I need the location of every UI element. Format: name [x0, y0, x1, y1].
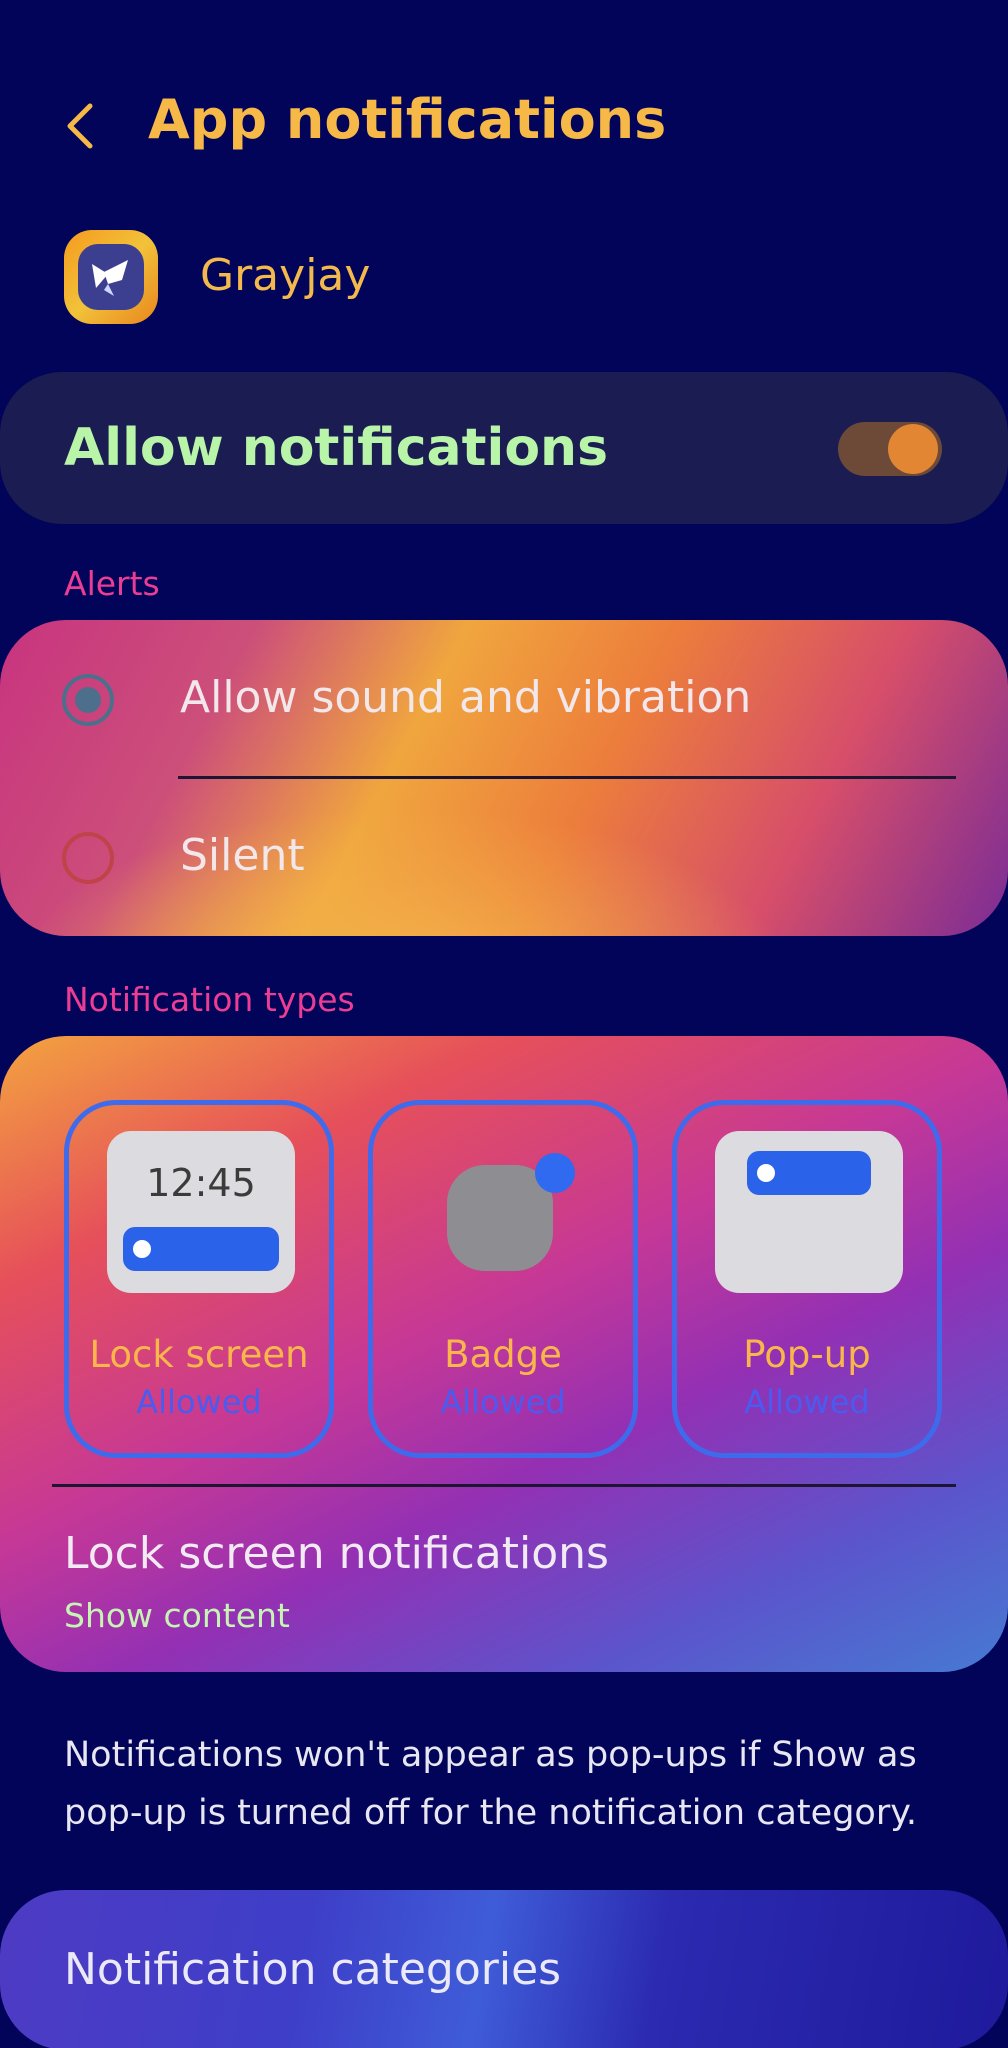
badge-tile[interactable]: Badge Allowed [368, 1100, 638, 1458]
lock-screen-tile[interactable]: 12:45 Lock screen Allowed [64, 1100, 334, 1458]
alerts-card: Allow sound and vibration Silent [0, 620, 1008, 936]
pop-up-preview [715, 1131, 903, 1293]
allow-notifications-label: Allow notifications [64, 418, 609, 478]
radio-button-unselected[interactable] [62, 832, 114, 884]
preview-clock: 12:45 [146, 1161, 256, 1205]
lock-screen-notifications-title: Lock screen notifications [64, 1528, 609, 1579]
notification-pill [747, 1151, 871, 1195]
alert-option-label: Allow sound and vibration [180, 672, 752, 723]
notification-categories-row[interactable]: Notification categories [0, 1890, 1008, 2048]
tile-label: Pop-up [743, 1333, 871, 1376]
tile-status: Allowed [440, 1383, 566, 1421]
tile-status: Allowed [136, 1383, 262, 1421]
back-button[interactable] [60, 100, 104, 152]
divider [52, 1484, 956, 1487]
toggle-knob [888, 424, 938, 474]
app-name: Grayjay [200, 250, 371, 301]
divider [178, 776, 956, 779]
radio-button-selected[interactable] [62, 674, 114, 726]
tile-status: Allowed [744, 1383, 870, 1421]
notification-categories-label: Notification categories [64, 1944, 562, 1995]
alert-option-label: Silent [180, 830, 305, 881]
pop-up-info-note: Notifications won't appear as pop-ups if… [64, 1735, 918, 1833]
allow-notifications-toggle[interactable] [838, 422, 942, 476]
lock-screen-preview: 12:45 [107, 1131, 295, 1293]
alerts-section-label: Alerts [64, 564, 160, 603]
grayjay-app-icon [64, 230, 158, 324]
notification-types-section-label: Notification types [64, 980, 355, 1019]
page-title: App notifications [148, 88, 667, 151]
pop-up-tile[interactable]: Pop-up Allowed [672, 1100, 942, 1458]
notification-pill [123, 1227, 279, 1271]
notification-types-card: 12:45 Lock screen Allowed Badge Allowed … [0, 1036, 1008, 1672]
tile-label: Lock screen [89, 1333, 309, 1376]
allow-notifications-row[interactable]: Allow notifications [0, 372, 1008, 524]
badge-dot-icon [535, 1153, 575, 1193]
lock-screen-notifications-value: Show content [64, 1596, 290, 1635]
app-notifications-screen: App notifications Grayjay Allow notifica… [0, 0, 1008, 2048]
chevron-left-icon [67, 103, 93, 149]
tile-label: Badge [444, 1333, 562, 1376]
